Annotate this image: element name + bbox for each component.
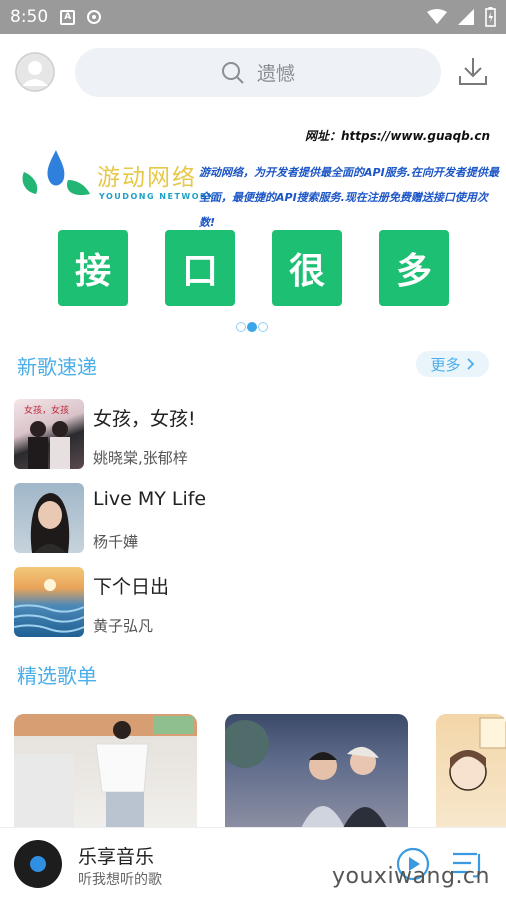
song-item[interactable]: 下个日出 黄子弘凡 — [14, 567, 490, 639]
song-name: Live MY Life — [93, 488, 207, 510]
album-disc-icon[interactable] — [14, 840, 62, 888]
playlist-card[interactable] — [14, 714, 197, 828]
chevron-right-icon — [466, 358, 474, 370]
more-button[interactable]: 更多 — [416, 351, 489, 377]
banner-description: 游动网络，为开发者提供最全面的API服务.在向开发者提供最全面，最便捷的API搜… — [199, 166, 499, 229]
banner-url: 网址：https://www.guaqb.cn — [305, 129, 490, 143]
song-cover: 女孩，女孩 — [14, 399, 84, 469]
signal-icon — [458, 9, 474, 25]
search-bar[interactable]: 遗憾 — [75, 48, 441, 97]
more-label: 更多 — [430, 355, 461, 374]
song-artist: 黄子弘凡 — [93, 617, 154, 635]
song-item[interactable]: 女孩，女孩 女孩，女孩! 姚晓棠,张郁梓 — [14, 399, 490, 471]
playlists-title: 精选歌单 — [17, 664, 97, 688]
playlist-card[interactable] — [225, 714, 408, 828]
carousel-dot[interactable] — [236, 322, 246, 332]
player-subtitle: 听我想听的歌 — [78, 872, 162, 888]
status-bar: 8:50 A — [0, 0, 506, 34]
search-icon — [221, 61, 244, 84]
carousel-indicator — [236, 322, 268, 332]
download-icon[interactable] — [458, 56, 488, 86]
playlist-card[interactable] — [436, 714, 506, 828]
banner-tile: 口 — [165, 230, 235, 306]
song-artist: 杨千嬅 — [93, 533, 139, 551]
new-songs-title: 新歌速递 — [17, 355, 97, 379]
wifi-icon — [427, 9, 447, 24]
player-title: 乐享音乐 — [78, 846, 155, 868]
top-header: 遗憾 — [0, 34, 506, 114]
song-item[interactable]: Live MY Life 杨千嬅 — [14, 483, 490, 555]
song-name: 女孩，女孩! — [93, 408, 196, 430]
notification-record-icon — [87, 10, 102, 24]
banner-tile: 很 — [272, 230, 342, 306]
song-cover — [14, 567, 84, 637]
banner-tiles: 接 口 很 多 — [58, 230, 449, 306]
user-avatar[interactable] — [15, 52, 55, 92]
song-artist: 姚晓棠,张郁梓 — [93, 449, 188, 467]
playlist-row — [14, 714, 506, 828]
carousel-dot-active[interactable] — [247, 322, 257, 332]
youdong-logo-icon — [22, 150, 90, 196]
song-cover — [14, 483, 84, 553]
banner-brand: 游动网络 — [97, 165, 197, 191]
battery-icon — [485, 7, 496, 27]
song-name: 下个日出 — [93, 576, 170, 598]
carousel-dot[interactable] — [258, 322, 268, 332]
svg-text:女孩，女孩: 女孩，女孩 — [24, 404, 69, 416]
status-time: 8:50 — [10, 7, 49, 27]
banner-tile: 接 — [58, 230, 128, 306]
watermark: youxiwang.cn — [332, 864, 490, 889]
notification-a-icon: A — [60, 9, 76, 25]
user-avatar-icon — [15, 52, 55, 92]
banner-tile: 多 — [379, 230, 449, 306]
banner-brand-en: YOUDONG NETWORK — [99, 192, 216, 201]
search-placeholder: 遗憾 — [256, 63, 295, 85]
